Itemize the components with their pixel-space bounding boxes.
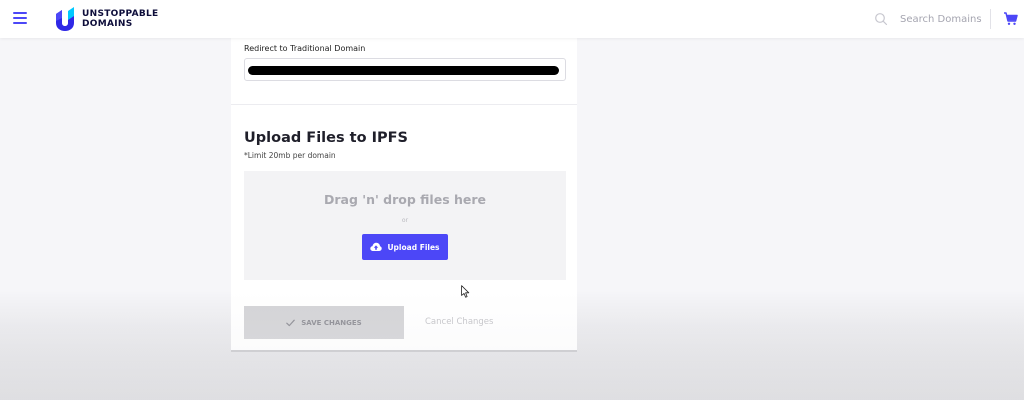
brand-logo[interactable]: UNSTOPPABLE DOMAINS — [54, 5, 159, 33]
upload-files-button[interactable]: Upload Files — [362, 234, 448, 260]
save-changes-label: SAVE CHANGES — [301, 318, 362, 327]
upload-section-title: Upload Files to IPFS — [244, 130, 408, 146]
check-icon — [286, 319, 296, 326]
search-box[interactable] — [874, 8, 984, 30]
mouse-pointer-icon — [461, 285, 470, 298]
redacted-value — [248, 66, 559, 75]
unstoppable-logo-icon — [56, 7, 74, 31]
dropzone-text: Drag 'n' drop files here — [323, 192, 487, 207]
cart-icon[interactable] — [1003, 11, 1018, 26]
dropzone-or-text: or — [401, 217, 409, 224]
brand-name-line2: DOMAINS — [82, 19, 133, 29]
brand-name-line1: UNSTOPPABLE — [82, 9, 159, 19]
cancel-changes-link[interactable]: Cancel Changes — [425, 317, 493, 327]
upload-limit-note: *Limit 20mb per domain — [244, 151, 336, 160]
page: UNSTOPPABLE DOMAINS Redirect to Traditio… — [0, 0, 1024, 400]
redirect-domain-input[interactable] — [244, 58, 566, 81]
upload-files-label: Upload Files — [387, 242, 440, 252]
section-divider — [231, 104, 577, 105]
redirect-label: Redirect to Traditional Domain — [244, 44, 366, 53]
hamburger-menu-icon[interactable] — [13, 12, 27, 24]
brand-name: UNSTOPPABLE DOMAINS — [82, 9, 159, 29]
save-changes-button[interactable]: SAVE CHANGES — [244, 306, 404, 339]
cloud-upload-icon — [370, 242, 383, 251]
search-icon — [875, 13, 888, 26]
domain-settings-card: Redirect to Traditional Domain Upload Fi… — [231, 38, 577, 352]
file-dropzone[interactable]: Drag 'n' drop files here or Upload Files — [244, 171, 566, 280]
search-input[interactable] — [900, 13, 984, 25]
header-divider — [990, 9, 991, 29]
top-header: UNSTOPPABLE DOMAINS — [0, 0, 1024, 38]
